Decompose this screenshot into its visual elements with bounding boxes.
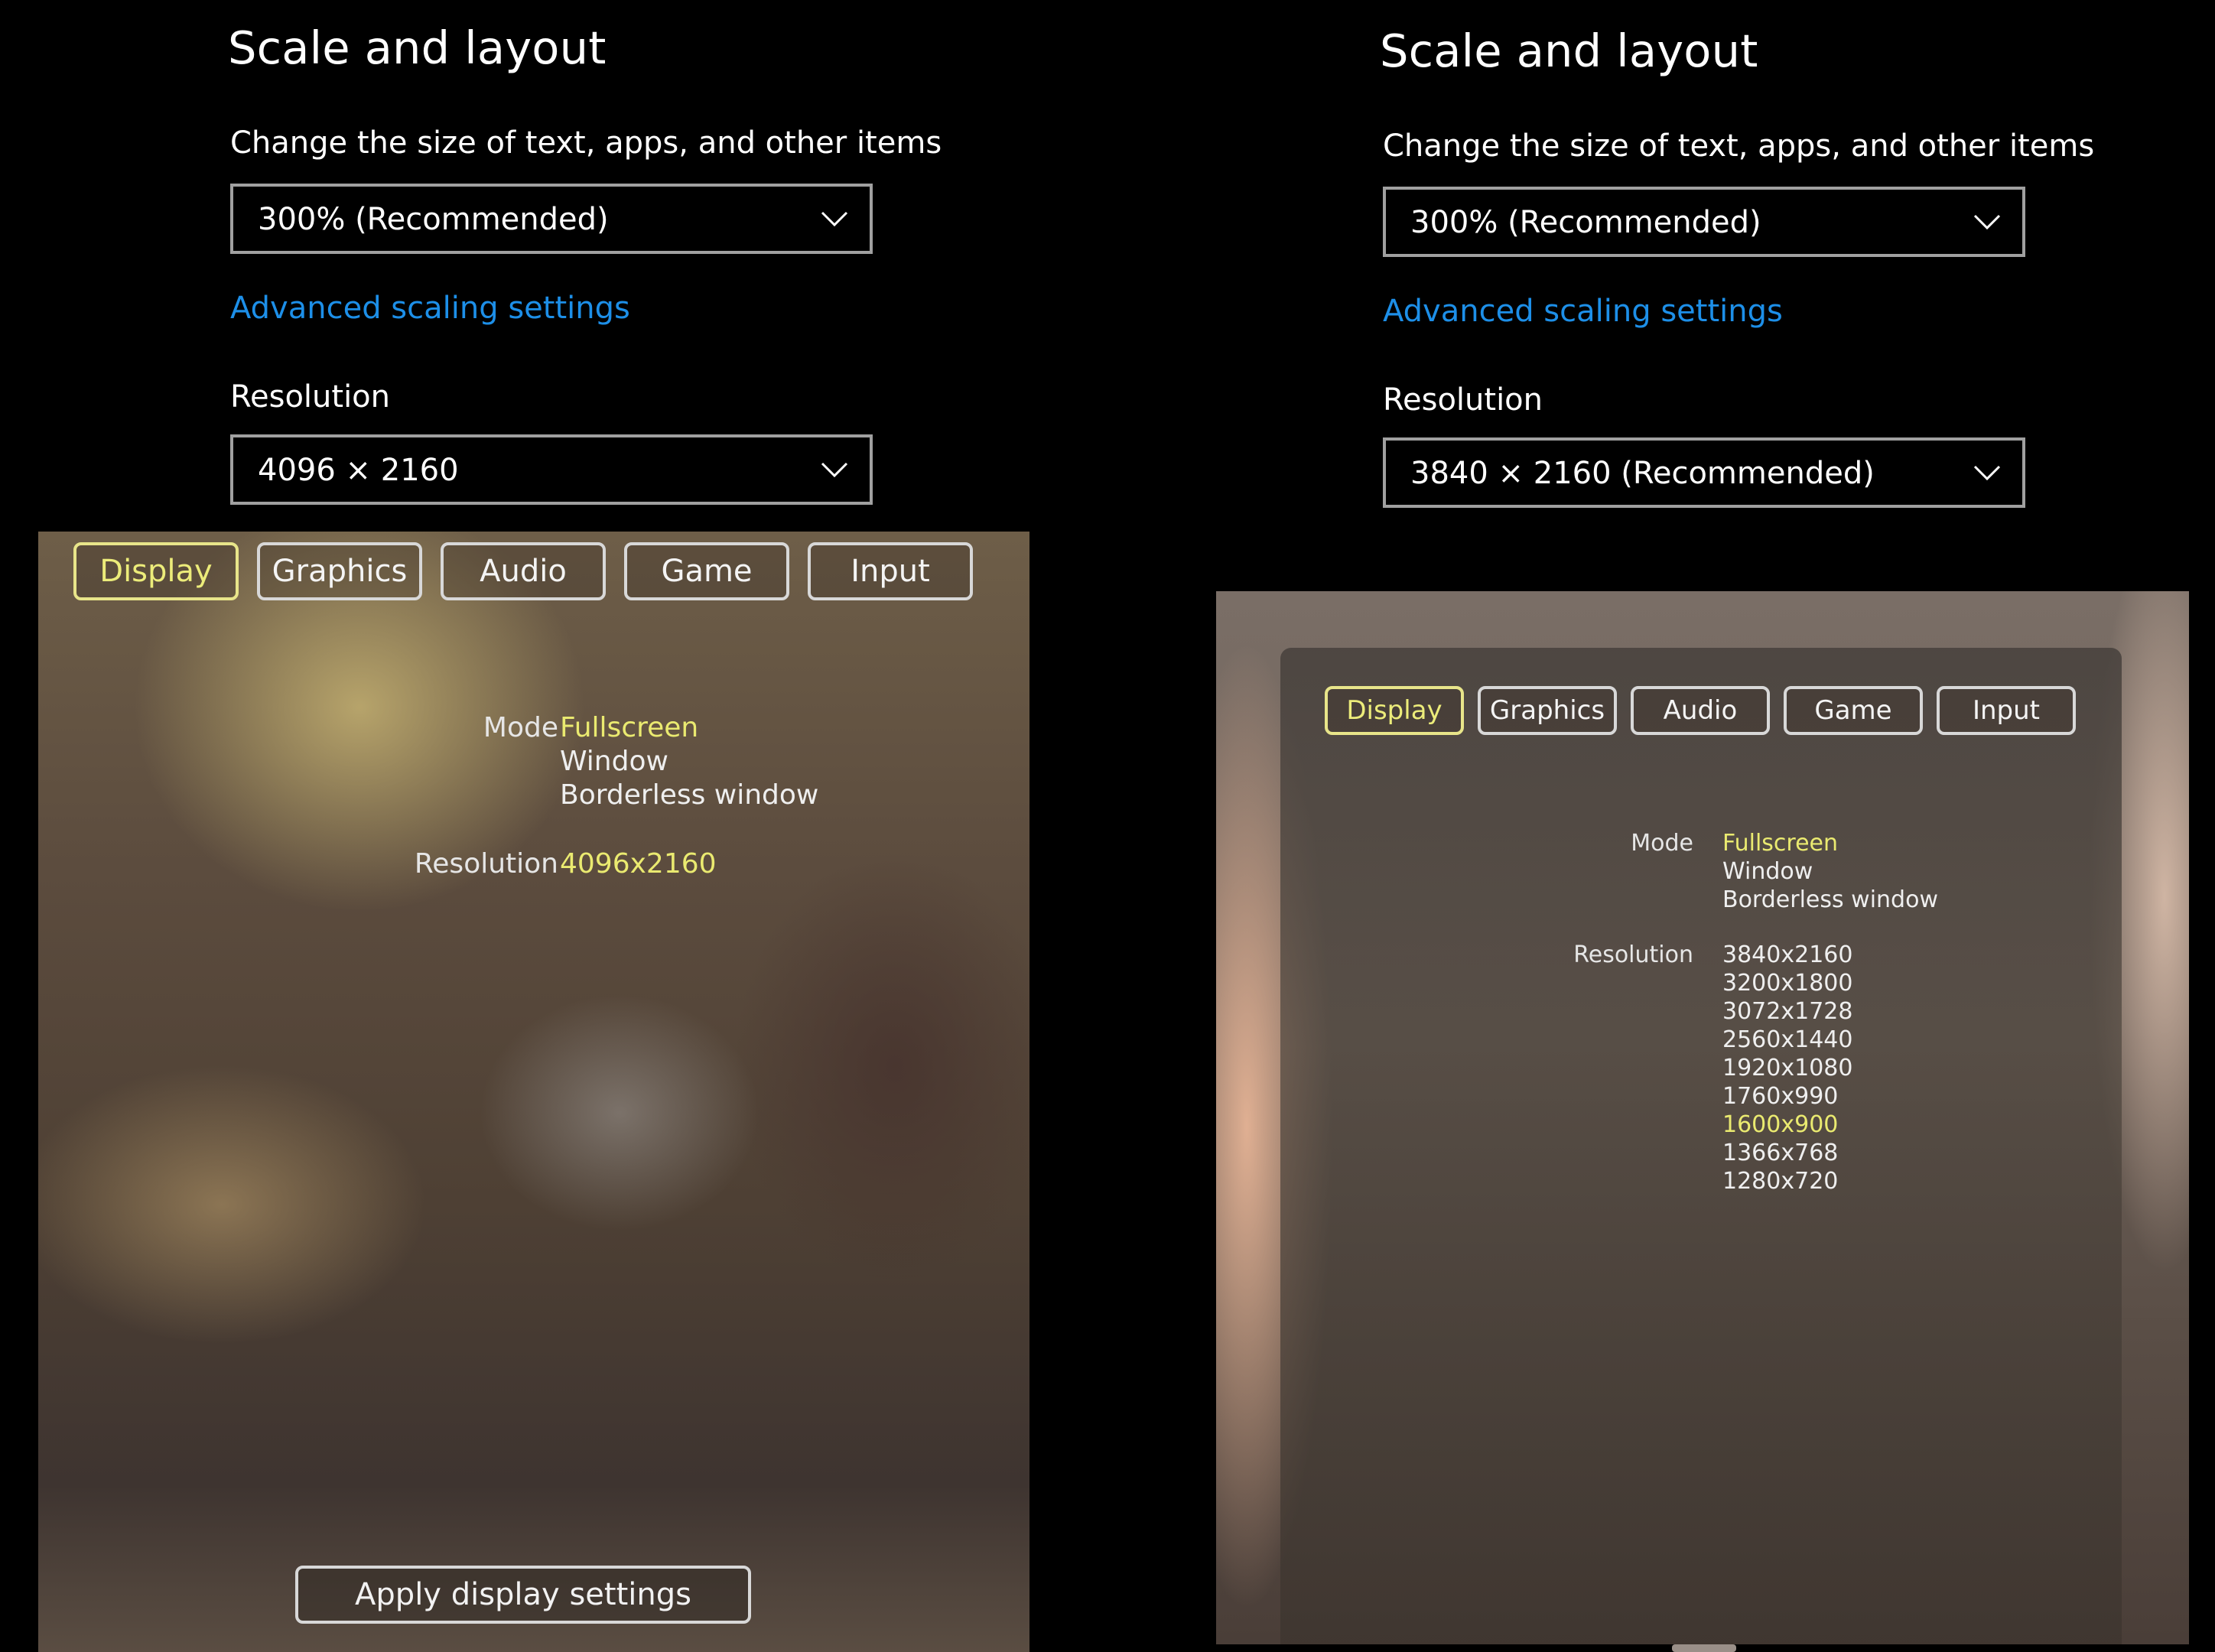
right-game-settings-panel: Display Graphics Audio Game Input Mode F… xyxy=(1216,591,2189,1644)
resolution-label: Resolution xyxy=(414,848,558,880)
resolution-dropdown[interactable]: 3840 × 2160 (Recommended) xyxy=(1383,437,2025,508)
resolution-option[interactable]: 4096x2160 xyxy=(560,848,717,880)
mode-option-borderless[interactable]: Borderless window xyxy=(1722,886,1938,913)
scrollbar-thumb[interactable] xyxy=(1672,1644,1736,1652)
resolution-option-3072x1728[interactable]: 3072x1728 xyxy=(1722,998,1852,1025)
advanced-scaling-link[interactable]: Advanced scaling settings xyxy=(230,291,630,326)
tab-game[interactable]: Game xyxy=(624,542,789,600)
mode-option-fullscreen[interactable]: Fullscreen xyxy=(1722,830,1838,857)
scale-label: Change the size of text, apps, and other… xyxy=(1383,128,2095,164)
tab-display[interactable]: Display xyxy=(1325,686,1464,735)
tab-graphics[interactable]: Graphics xyxy=(1478,686,1617,735)
resolution-option-1600x900[interactable]: 1600x900 xyxy=(1722,1111,1838,1138)
resolution-dropdown[interactable]: 4096 × 2160 xyxy=(230,434,873,505)
apply-display-settings-button[interactable]: Apply display settings xyxy=(295,1566,751,1624)
resolution-dropdown-value: 3840 × 2160 (Recommended) xyxy=(1410,456,1875,491)
chevron-down-icon xyxy=(1973,214,2001,230)
chevron-down-icon xyxy=(821,462,848,478)
resolution-option-2560x1440[interactable]: 2560x1440 xyxy=(1722,1026,1852,1053)
resolution-label: Resolution xyxy=(1383,382,1543,418)
resolution-option-3840x2160[interactable]: 3840x2160 xyxy=(1722,941,1852,968)
left-game-settings-panel: Display Graphics Audio Game Input Mode F… xyxy=(38,532,1029,1652)
page-title: Scale and layout xyxy=(228,21,607,74)
tab-display[interactable]: Display xyxy=(73,542,239,600)
resolution-dropdown-value: 4096 × 2160 xyxy=(258,453,459,488)
scale-dropdown-value: 300% (Recommended) xyxy=(258,202,609,237)
scale-label: Change the size of text, apps, and other… xyxy=(230,125,942,161)
resolution-option-1920x1080[interactable]: 1920x1080 xyxy=(1722,1055,1852,1081)
mode-option-window[interactable]: Window xyxy=(560,746,668,777)
resolution-option-3200x1800[interactable]: 3200x1800 xyxy=(1722,970,1852,997)
mode-option-fullscreen[interactable]: Fullscreen xyxy=(560,712,698,743)
mode-option-borderless[interactable]: Borderless window xyxy=(560,779,818,811)
resolution-option-1280x720[interactable]: 1280x720 xyxy=(1722,1168,1838,1195)
resolution-label: Resolution xyxy=(1573,941,1693,968)
mode-label: Mode xyxy=(1631,830,1693,857)
resolution-label: Resolution xyxy=(230,379,391,415)
tab-graphics[interactable]: Graphics xyxy=(257,542,422,600)
tab-audio[interactable]: Audio xyxy=(441,542,606,600)
settings-window: Display Graphics Audio Game Input Mode F… xyxy=(1280,648,2122,1644)
resolution-option-1366x768[interactable]: 1366x768 xyxy=(1722,1140,1838,1166)
mode-label: Mode xyxy=(483,712,558,743)
tab-input[interactable]: Input xyxy=(1937,686,2076,735)
page-title: Scale and layout xyxy=(1380,24,1758,77)
chevron-down-icon xyxy=(1973,465,2001,481)
tab-audio[interactable]: Audio xyxy=(1631,686,1770,735)
advanced-scaling-link[interactable]: Advanced scaling settings xyxy=(1383,294,1783,329)
scale-dropdown-value: 300% (Recommended) xyxy=(1410,205,1761,240)
resolution-option-1760x990[interactable]: 1760x990 xyxy=(1722,1083,1838,1110)
tab-game[interactable]: Game xyxy=(1784,686,1923,735)
chevron-down-icon xyxy=(821,211,848,227)
mode-option-window[interactable]: Window xyxy=(1722,858,1813,885)
scale-dropdown[interactable]: 300% (Recommended) xyxy=(230,184,873,254)
tab-input[interactable]: Input xyxy=(808,542,973,600)
scale-dropdown[interactable]: 300% (Recommended) xyxy=(1383,187,2025,257)
